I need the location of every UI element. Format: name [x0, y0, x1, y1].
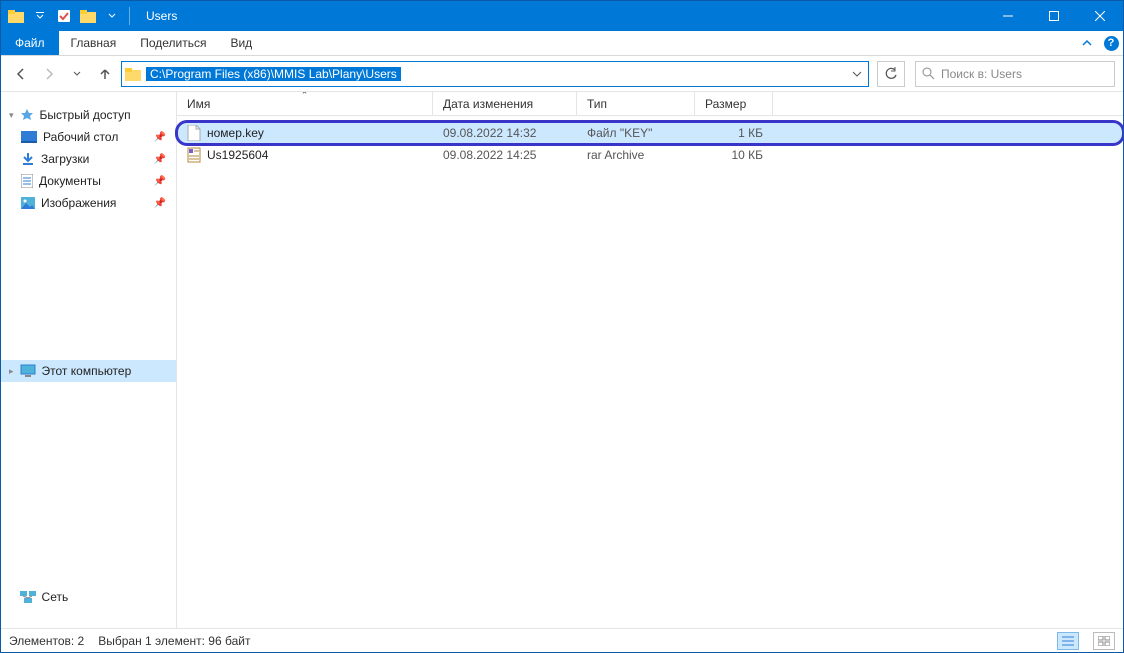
folder-icon: [5, 5, 27, 27]
sidebar-item-label: Быстрый доступ: [40, 108, 131, 122]
explorer-window: Users Файл Главная Поделиться Вид ?: [0, 0, 1124, 653]
file-type: Файл "KEY": [577, 126, 695, 140]
pin-icon: 📌: [154, 198, 166, 209]
sidebar-this-pc[interactable]: ▸ Этот компьютер: [1, 360, 176, 382]
ribbon: Файл Главная Поделиться Вид ?: [1, 31, 1123, 56]
sidebar-item-pictures[interactable]: Изображения 📌: [1, 192, 176, 214]
search-input[interactable]: Поиск в: Users: [915, 61, 1115, 87]
window-controls: [985, 1, 1123, 31]
file-type: rar Archive: [577, 148, 695, 162]
search-placeholder: Поиск в: Users: [941, 67, 1022, 81]
up-button[interactable]: [93, 62, 117, 86]
help-button[interactable]: ?: [1099, 31, 1123, 55]
status-item-count: Элементов: 2: [9, 634, 84, 648]
archive-icon: [187, 147, 201, 163]
titlebar: Users: [1, 1, 1123, 31]
new-folder-icon[interactable]: [77, 5, 99, 27]
star-icon: [20, 108, 34, 122]
pictures-icon: [21, 197, 35, 209]
forward-button[interactable]: [37, 62, 61, 86]
address-path[interactable]: C:\Program Files (x86)\MMIS Lab\Plany\Us…: [146, 67, 401, 81]
qat-customize-icon[interactable]: [101, 5, 123, 27]
titlebar-separator: [129, 7, 130, 25]
file-list-pane: Имя ⌃ Дата изменения Тип Размер номер.ke…: [177, 92, 1123, 628]
view-icons-button[interactable]: [1093, 632, 1115, 650]
close-button[interactable]: [1077, 1, 1123, 31]
sidebar-item-label: Сеть: [42, 590, 69, 604]
column-label: Имя: [187, 97, 210, 111]
column-header-type[interactable]: Тип: [577, 92, 695, 115]
sidebar-item-label: Рабочий стол: [43, 130, 118, 144]
column-header-size[interactable]: Размер: [695, 92, 773, 115]
view-details-button[interactable]: [1057, 632, 1079, 650]
sidebar-item-desktop[interactable]: Рабочий стол 📌: [1, 126, 176, 148]
address-bar[interactable]: C:\Program Files (x86)\MMIS Lab\Plany\Us…: [121, 61, 869, 87]
chevron-down-icon: ▾: [9, 110, 14, 121]
file-row[interactable]: номер.key 09.08.2022 14:32 Файл "KEY" 1 …: [177, 122, 1123, 144]
file-row[interactable]: Us1925604 09.08.2022 14:25 rar Archive 1…: [177, 144, 1123, 166]
properties-icon[interactable]: [53, 5, 75, 27]
column-header-date[interactable]: Дата изменения: [433, 92, 577, 115]
file-name: номер.key: [207, 126, 264, 140]
documents-icon: [21, 174, 33, 188]
file-tab[interactable]: Файл: [1, 31, 59, 55]
help-icon: ?: [1104, 36, 1119, 51]
desktop-icon: [21, 131, 37, 143]
column-label: Размер: [705, 97, 746, 111]
column-label: Дата изменения: [443, 97, 533, 111]
file-date: 09.08.2022 14:25: [433, 148, 577, 162]
tab-share[interactable]: Поделиться: [128, 31, 218, 55]
recent-dropdown-icon[interactable]: [65, 62, 89, 86]
pin-icon: 📌: [154, 132, 166, 143]
file-date: 09.08.2022 14:32: [433, 126, 577, 140]
file-name: Us1925604: [207, 148, 268, 162]
refresh-button[interactable]: [877, 61, 905, 87]
address-dropdown-icon[interactable]: [846, 69, 868, 79]
sort-ascending-icon: ⌃: [301, 92, 309, 101]
maximize-button[interactable]: [1031, 1, 1077, 31]
tab-view[interactable]: Вид: [218, 31, 264, 55]
qat-dropdown-icon[interactable]: [29, 5, 51, 27]
sidebar-quick-access[interactable]: ▾ Быстрый доступ: [1, 104, 176, 126]
search-icon: [922, 67, 935, 80]
status-selection: Выбран 1 элемент: 96 байт: [98, 634, 250, 648]
window-title: Users: [146, 9, 177, 23]
back-button[interactable]: [9, 62, 33, 86]
tab-home[interactable]: Главная: [59, 31, 129, 55]
sidebar-item-downloads[interactable]: Загрузки 📌: [1, 148, 176, 170]
file-size: 1 КБ: [695, 126, 773, 140]
address-folder-icon: [122, 67, 144, 81]
network-icon: [20, 591, 36, 603]
status-bar: Элементов: 2 Выбран 1 элемент: 96 байт: [1, 628, 1123, 652]
pin-icon: 📌: [154, 176, 166, 187]
file-icon: [187, 125, 201, 141]
ribbon-toggle-icon[interactable]: [1075, 31, 1099, 55]
sidebar-item-label: Документы: [39, 174, 101, 188]
body: ▾ Быстрый доступ Рабочий стол 📌 Загрузки…: [1, 92, 1123, 628]
column-headers: Имя ⌃ Дата изменения Тип Размер: [177, 92, 1123, 116]
chevron-right-icon: ▸: [9, 366, 14, 377]
sidebar-item-documents[interactable]: Документы 📌: [1, 170, 176, 192]
file-size: 10 КБ: [695, 148, 773, 162]
column-header-name[interactable]: Имя ⌃: [177, 92, 433, 115]
sidebar-network[interactable]: ▸ Сеть: [1, 586, 176, 608]
address-bar-row: C:\Program Files (x86)\MMIS Lab\Plany\Us…: [1, 56, 1123, 92]
downloads-icon: [21, 152, 35, 166]
pin-icon: 📌: [154, 154, 166, 165]
quick-access-toolbar: [1, 5, 123, 27]
column-label: Тип: [587, 97, 607, 111]
sidebar-item-label: Изображения: [41, 196, 116, 210]
sidebar-item-label: Загрузки: [41, 152, 89, 166]
navigation-pane: ▾ Быстрый доступ Рабочий стол 📌 Загрузки…: [1, 92, 177, 628]
minimize-button[interactable]: [985, 1, 1031, 31]
computer-icon: [20, 364, 36, 378]
sidebar-item-label: Этот компьютер: [42, 364, 132, 378]
